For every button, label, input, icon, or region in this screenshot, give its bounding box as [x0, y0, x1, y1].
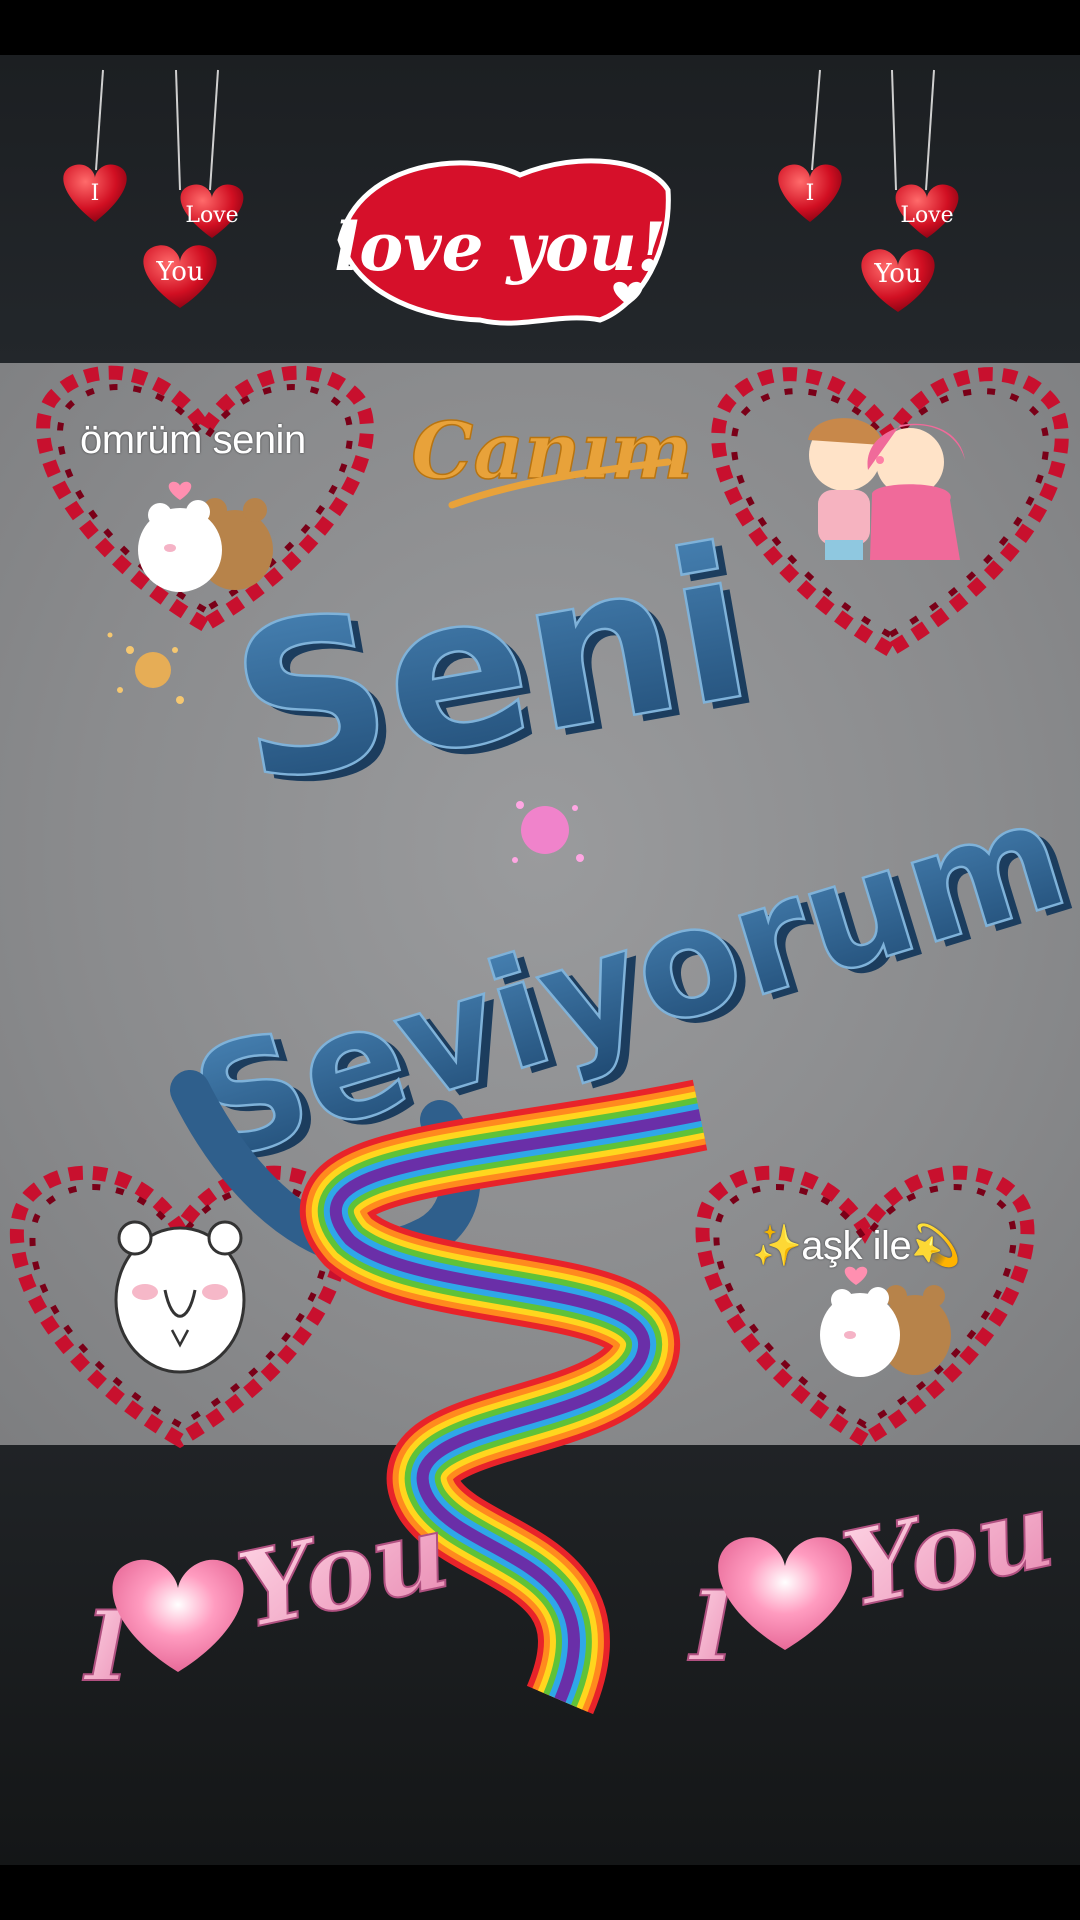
svg-text:I: I — [91, 181, 100, 206]
heart-icon — [112, 1559, 244, 1672]
heart-icon — [718, 1537, 852, 1650]
heart-icon — [844, 1266, 868, 1285]
svg-text:Love: Love — [900, 203, 953, 228]
i-love-you-sticker-right: I You — [686, 1466, 1065, 1684]
svg-text:I: I — [806, 181, 815, 206]
shy-bear-sticker — [114, 1220, 246, 1374]
caption-omrum-senin: ömrüm senin — [80, 418, 306, 462]
hanging-hearts-right: I Love You — [778, 69, 959, 312]
svg-text:You: You — [228, 1488, 459, 1652]
svg-text:You: You — [833, 1467, 1064, 1631]
hugging-bears-sticker — [138, 481, 273, 592]
svg-text:You: You — [873, 259, 921, 289]
svg-text:You: You — [155, 257, 203, 287]
svg-text:love you!: love you! — [334, 208, 666, 286]
love-you-sticker: love you! — [334, 158, 671, 326]
video-frame: I Love You I Love You love you! Canım Se… — [0, 0, 1080, 1920]
caption-ask-ile: ✨aşk ile💫 — [752, 1224, 961, 1268]
sparkle-burst-gold — [107, 632, 184, 704]
sparkle-burst-pink — [512, 801, 584, 863]
hanging-hearts-left: I Love You — [63, 69, 244, 308]
canim-sticker: Canım — [411, 405, 694, 509]
svg-text:Seni: Seni — [216, 501, 766, 832]
kissing-kids-sticker — [808, 418, 965, 560]
svg-text:Canım: Canım — [411, 406, 693, 497]
sticker-layer: I Love You I Love You love you! Canım Se… — [9, 69, 1080, 1715]
heart-icon — [168, 481, 192, 500]
i-love-you-sticker-left: I You — [81, 1487, 460, 1704]
svg-text:Love: Love — [185, 203, 238, 228]
hugging-bears-sticker-2 — [820, 1266, 951, 1377]
